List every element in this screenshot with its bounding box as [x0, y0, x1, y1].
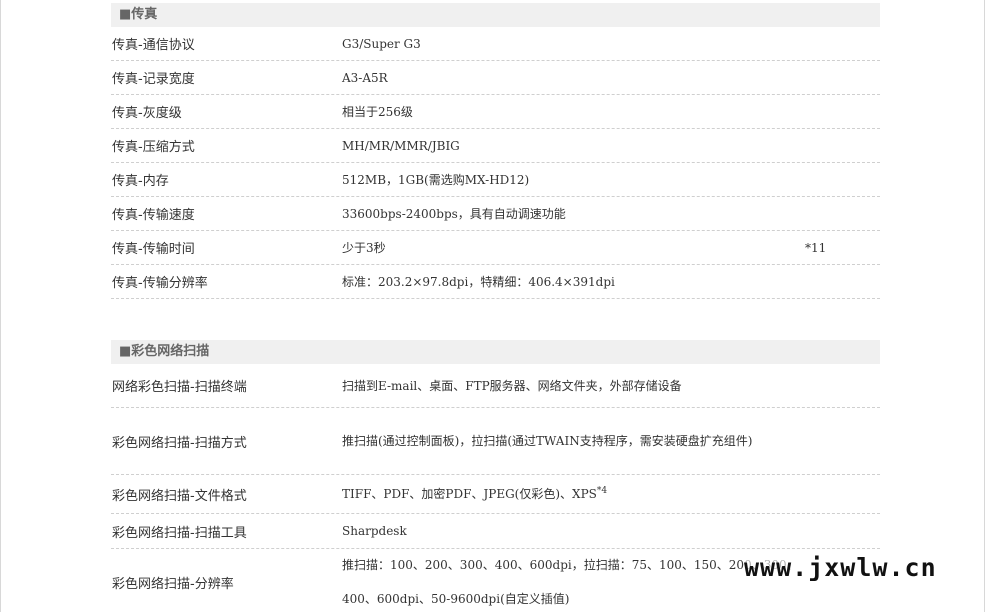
- spec-label: 传真-内存: [112, 174, 169, 189]
- table-row: 彩色网络扫描-文件格式 TIFF、PDF、加密PDF、JPEG(仅彩色)、XPS…: [111, 475, 880, 514]
- spec-label: 传真-灰度级: [112, 106, 182, 121]
- table-row: 彩色网络扫描-扫描方式 推扫描(通过控制面板)，拉扫描(通过TWAIN支持程序，…: [111, 408, 880, 475]
- spec-label: 彩色网络扫描-文件格式: [112, 488, 247, 504]
- spec-label: 彩色网络扫描-扫描方式: [112, 435, 247, 451]
- fax-section-header: ■传真: [111, 3, 880, 27]
- table-row: 传真-传输分辨率 标准：203.2×97.8dpi，特精细：406.4×391d…: [111, 265, 880, 299]
- table-row: 传真-压缩方式 MH/MR/MMR/JBIG: [111, 129, 880, 163]
- spec-value: A3-A5R: [342, 70, 388, 85]
- table-row: 网络彩色扫描-扫描终端 扫描到E-mail、桌面、FTP服务器、网络文件夹，外部…: [111, 364, 880, 408]
- spec-value: G3/Super G3: [342, 36, 421, 51]
- spec-value: 相当于256级: [342, 104, 413, 119]
- spec-value-text: TIFF、PDF、加密PDF、JPEG(仅彩色)、XPS: [342, 487, 597, 501]
- spec-label: 传真-传输速度: [112, 208, 195, 223]
- table-row: 传真-通信协议 G3/Super G3: [111, 27, 880, 61]
- spec-label: 传真-通信协议: [112, 38, 195, 53]
- spec-value: MH/MR/MMR/JBIG: [342, 138, 460, 153]
- footnote-marker: *4: [596, 486, 608, 496]
- spec-label: 传真-传输分辨率: [112, 276, 208, 291]
- table-row: 传真-灰度级 相当于256级: [111, 95, 880, 129]
- spec-value: 少于3秒: [342, 240, 386, 255]
- table-row: 传真-传输速度 33600bps-2400bps，具有自动调速功能: [111, 197, 880, 231]
- spec-label: 彩色网络扫描-扫描工具: [112, 525, 247, 541]
- spec-label: 彩色网络扫描-分辨率: [112, 576, 234, 592]
- spec-value: 标准：203.2×97.8dpi，特精细：406.4×391dpi: [342, 274, 615, 289]
- watermark: www.jxwlw.cn: [744, 553, 937, 582]
- spec-label: 传真-压缩方式: [112, 140, 195, 155]
- table-row: 传真-内存 512MB，1GB(需选购MX-HD12): [111, 163, 880, 197]
- spec-label: 传真-记录宽度: [112, 72, 195, 87]
- spec-value: 扫描到E-mail、桌面、FTP服务器、网络文件夹，外部存储设备: [342, 378, 682, 393]
- spec-value: TIFF、PDF、加密PDF、JPEG(仅彩色)、XPS*4: [342, 477, 880, 511]
- spec-value: 33600bps-2400bps，具有自动调速功能: [342, 206, 566, 221]
- spec-label: 传真-传输时间: [112, 242, 195, 257]
- spec-value: 512MB，1GB(需选购MX-HD12): [342, 172, 530, 187]
- spec-label: 网络彩色扫描-扫描终端: [112, 380, 247, 395]
- table-row: 传真-传输时间 少于3秒 *11: [111, 231, 880, 265]
- scan-section-header: ■彩色网络扫描: [111, 340, 880, 364]
- spec-note: *11: [805, 240, 827, 255]
- spec-value: Sharpdesk: [342, 524, 407, 538]
- spec-value: 推扫描(通过控制面板)，拉扫描(通过TWAIN支持程序，需安装硬盘扩充组件): [342, 434, 753, 448]
- fax-section: ■传真 传真-通信协议 G3/Super G3 传真-记录宽度 A3-A5R 传…: [111, 3, 880, 299]
- table-row: 传真-记录宽度 A3-A5R: [111, 61, 880, 95]
- table-row: 彩色网络扫描-扫描工具 Sharpdesk: [111, 514, 880, 549]
